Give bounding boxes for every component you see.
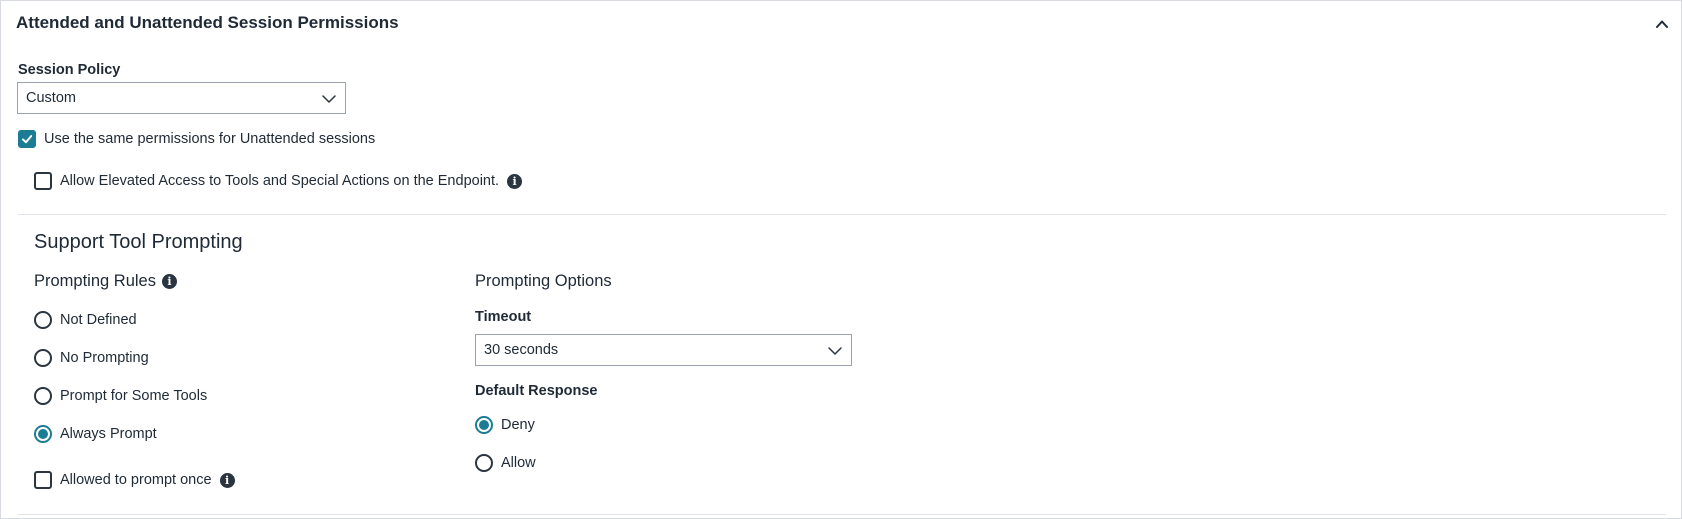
default-response-label-deny: Deny xyxy=(501,417,535,433)
default-response-radio[interactable] xyxy=(475,416,493,434)
allowed-once-checkbox[interactable] xyxy=(34,471,52,489)
same-permissions-label: Use the same permissions for Unattended … xyxy=(44,131,376,147)
same-permissions-checkbox[interactable] xyxy=(18,130,36,148)
session-policy-select[interactable]: Custom xyxy=(17,82,346,114)
default-response-option[interactable]: Deny xyxy=(475,416,535,434)
info-icon[interactable]: i xyxy=(219,472,235,488)
allowed-once-label: Allowed to prompt once xyxy=(60,472,212,488)
session-policy-value: Custom xyxy=(26,90,76,106)
prompting-rule-option[interactable]: Not Defined xyxy=(34,311,137,329)
collapse-button[interactable] xyxy=(1648,11,1676,37)
allowed-once-row[interactable]: Allowed to prompt once i xyxy=(34,471,235,489)
info-icon[interactable]: i xyxy=(507,173,523,189)
default-response-label: Default Response xyxy=(475,383,598,399)
prompting-rule-option[interactable]: No Prompting xyxy=(34,349,149,367)
elevated-access-row[interactable]: Allow Elevated Access to Tools and Speci… xyxy=(34,172,523,190)
info-icon[interactable]: i xyxy=(161,274,177,289)
prompting-rules-heading: Prompting Rules xyxy=(34,272,156,290)
panel-title: Attended and Unattended Session Permissi… xyxy=(16,13,399,32)
prompting-rule-option[interactable]: Prompt for Some Tools xyxy=(34,387,207,405)
prompting-rule-label: No Prompting xyxy=(60,350,149,366)
prompting-options-heading: Prompting Options xyxy=(475,272,612,290)
default-response-radio[interactable] xyxy=(475,454,493,472)
prompting-rule-label: Prompt for Some Tools xyxy=(60,388,208,404)
elevated-access-label: Allow Elevated Access to Tools and Speci… xyxy=(60,173,500,189)
prompting-rule-radio[interactable] xyxy=(34,387,52,405)
session-policy-label: Session Policy xyxy=(18,62,121,78)
prompting-rule-label: Not Defined xyxy=(60,312,137,328)
prompting-rule-radio[interactable] xyxy=(34,349,52,367)
prompting-rules-header: Prompting Rules i xyxy=(34,272,177,291)
session-permissions-panel: Attended and Unattended Session Permissi… xyxy=(0,0,1682,519)
elevated-access-checkbox[interactable] xyxy=(34,172,52,190)
default-response-label-allow: Allow xyxy=(501,455,536,471)
chevron-down-icon xyxy=(322,95,336,103)
prompting-rule-radio[interactable] xyxy=(34,425,52,443)
prompting-rule-option[interactable]: Always Prompt xyxy=(34,425,157,443)
same-permissions-row[interactable]: Use the same permissions for Unattended … xyxy=(18,130,375,148)
prompting-rule-label: Always Prompt xyxy=(60,426,157,442)
bottom-divider xyxy=(18,514,1666,515)
chevron-down-icon xyxy=(828,347,842,355)
checkmark-icon xyxy=(22,135,33,144)
prompting-rule-radio[interactable] xyxy=(34,311,52,329)
section-divider xyxy=(18,214,1666,215)
chevron-up-icon xyxy=(1656,20,1668,28)
timeout-label: Timeout xyxy=(475,309,532,325)
default-response-option[interactable]: Allow xyxy=(475,454,536,472)
timeout-select[interactable]: 30 seconds xyxy=(475,334,852,366)
support-tool-prompting-heading: Support Tool Prompting xyxy=(34,231,243,253)
timeout-value: 30 seconds xyxy=(484,342,559,358)
